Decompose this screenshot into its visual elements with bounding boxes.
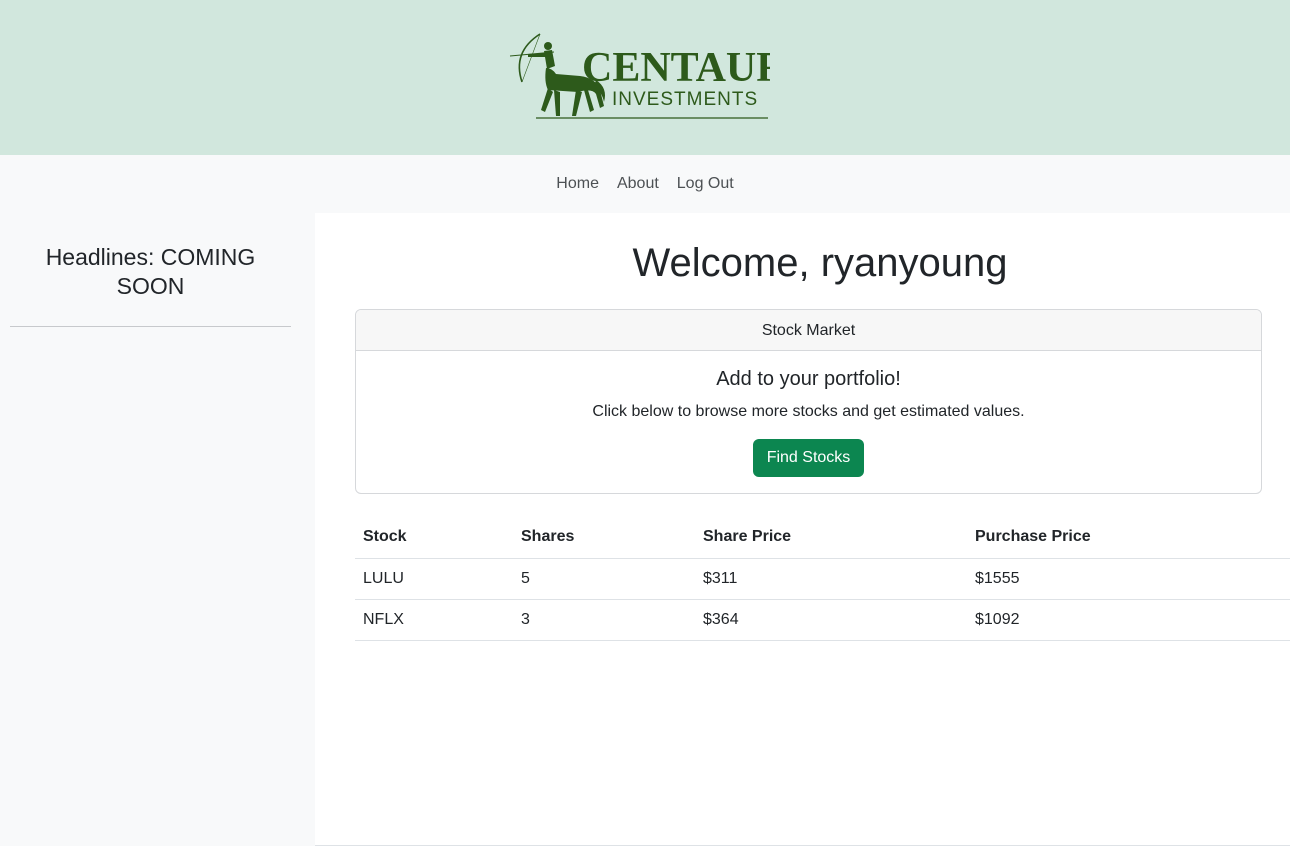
cell-stock: NFLX xyxy=(355,599,513,641)
card-header: Stock Market xyxy=(356,310,1261,351)
main-content: Welcome, ryanyoung Stock Market Add to y… xyxy=(315,213,1290,845)
centaur-logo[interactable]: CENTAUR INVESTMENTS xyxy=(508,30,770,122)
portfolio-table: Stock Shares Share Price Purchase Price … xyxy=(355,517,1290,641)
logo-subtitle: INVESTMENTS xyxy=(612,89,758,110)
stock-market-card: Stock Market Add to your portfolio! Clic… xyxy=(355,309,1262,494)
cell-stock: LULU xyxy=(355,558,513,600)
cell-share-price: $364 xyxy=(695,599,967,641)
card-text: Click below to browse more stocks and ge… xyxy=(592,403,1025,420)
find-stocks-button[interactable]: Find Stocks xyxy=(753,439,864,477)
cell-purchase-price: $1555 xyxy=(967,558,1290,600)
nav-about-link[interactable]: About xyxy=(617,174,659,194)
column-header-shares: Shares xyxy=(513,517,695,559)
sidebar-divider xyxy=(10,326,291,327)
card-title: Add to your portfolio! xyxy=(716,368,901,390)
cell-purchase-price: $1092 xyxy=(967,599,1290,641)
logo-title: CENTAUR xyxy=(582,45,770,91)
column-header-share-price: Share Price xyxy=(695,517,967,559)
column-header-stock: Stock xyxy=(355,517,513,559)
welcome-heading: Welcome, ryanyoung xyxy=(632,241,1008,285)
cell-share-price: $311 xyxy=(695,558,967,600)
nav-home-link[interactable]: Home xyxy=(556,174,599,194)
sidebar: Headlines: COMING SOON xyxy=(0,213,315,846)
top-nav: Home About Log Out xyxy=(0,155,1290,213)
table-header-row: Stock Shares Share Price Purchase Price xyxy=(355,517,1290,559)
sidebar-headlines-title: Headlines: COMING SOON xyxy=(45,244,256,299)
cell-shares: 5 xyxy=(513,558,695,600)
column-header-purchase-price: Purchase Price xyxy=(967,517,1290,559)
table-row: LULU 5 $311 $1555 xyxy=(355,558,1290,600)
centaur-archer-icon: CENTAUR INVESTMENTS xyxy=(509,33,770,119)
nav-logout-link[interactable]: Log Out xyxy=(677,174,734,194)
table-row: NFLX 3 $364 $1092 xyxy=(355,599,1290,641)
cell-shares: 3 xyxy=(513,599,695,641)
site-header: CENTAUR INVESTMENTS xyxy=(0,0,1290,155)
